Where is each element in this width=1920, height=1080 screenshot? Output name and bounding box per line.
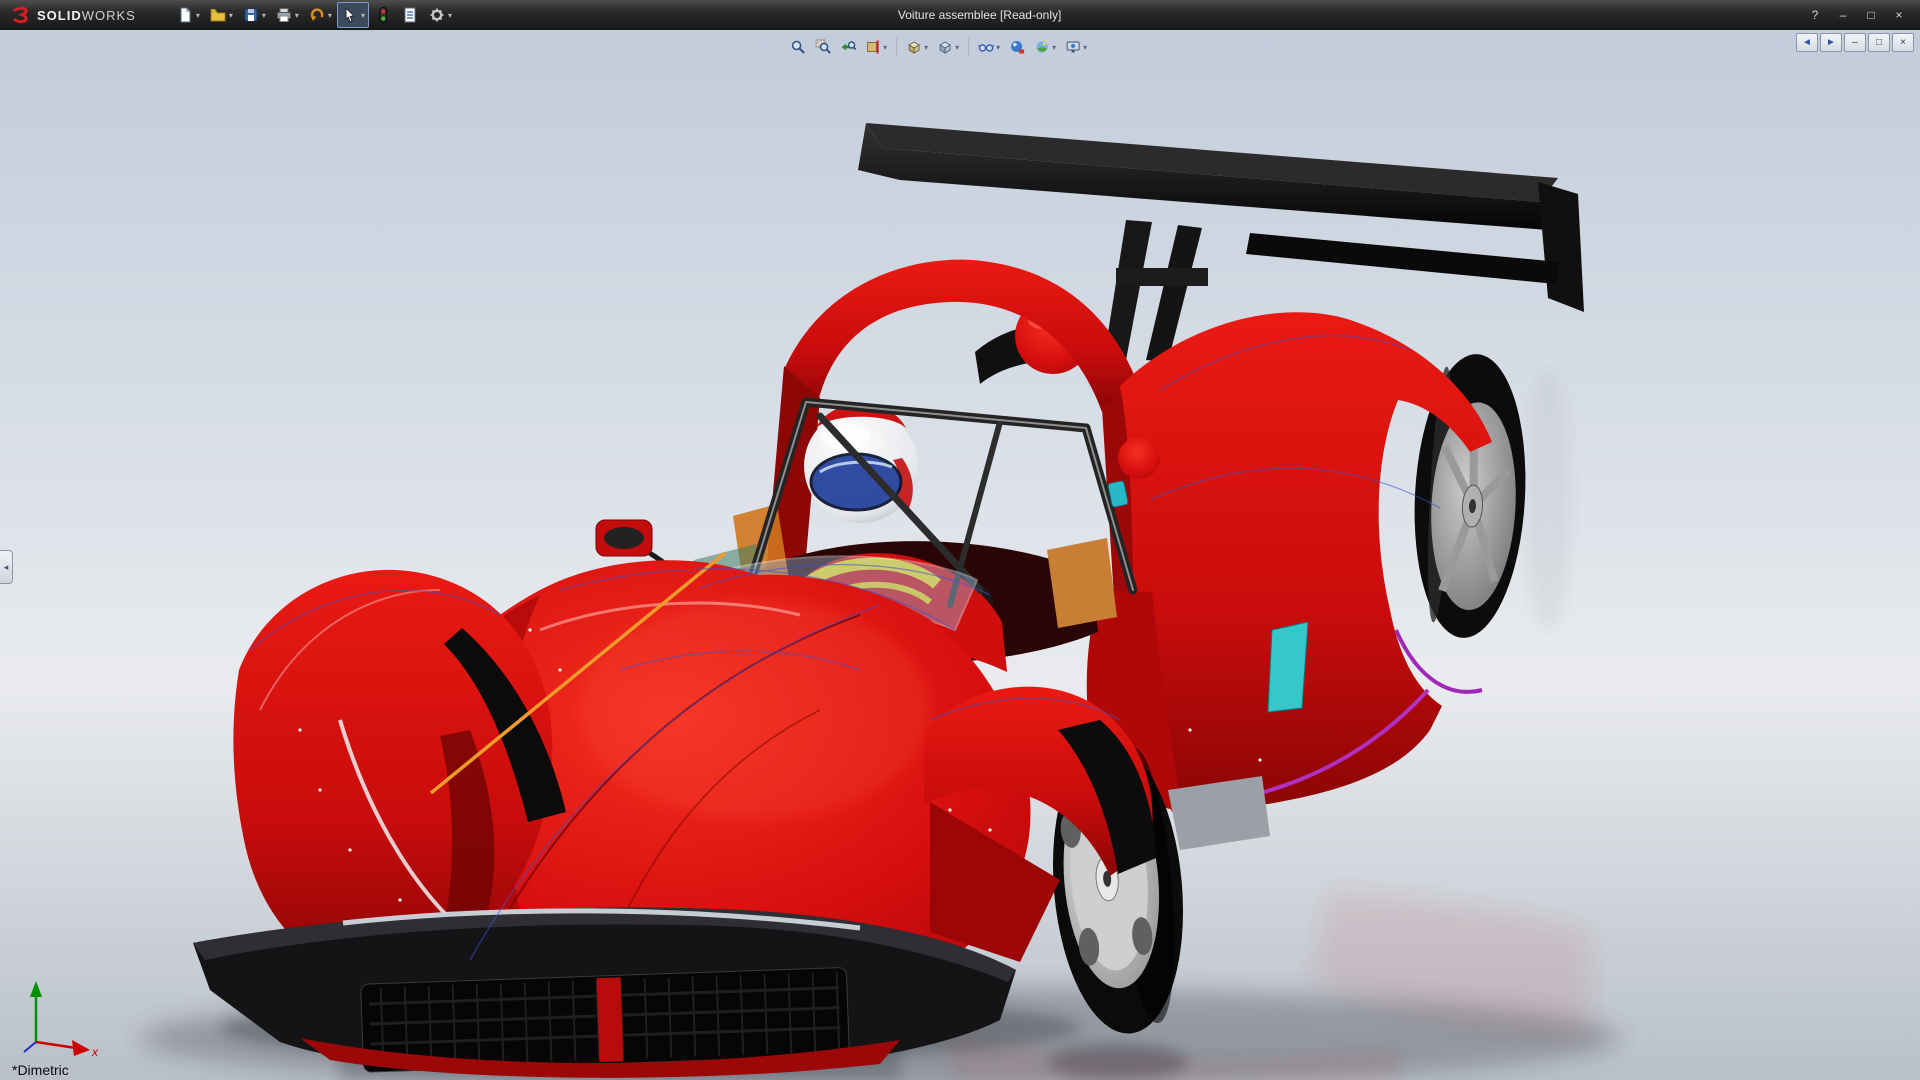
- view-orientation-label: *Dimetric: [12, 1062, 69, 1078]
- display-style-button[interactable]: ▾: [933, 34, 963, 60]
- back-button[interactable]: ◄: [1796, 33, 1818, 52]
- document-title: Voiture assemblee [Read-only]: [898, 0, 1061, 30]
- solidworks-window: SOLIDWORKS ▾ ▾ ▾ ▾ ▾ ▾: [0, 0, 1920, 1080]
- zoom-to-area-button[interactable]: [811, 34, 835, 60]
- seat-pad: [1047, 538, 1117, 628]
- apply-scene-button[interactable]: ▾: [1030, 34, 1060, 60]
- chevron-down-icon: ▾: [1052, 43, 1056, 52]
- chevron-down-icon: ▾: [996, 43, 1000, 52]
- solidworks-logo: SOLIDWORKS: [0, 6, 146, 24]
- help-button[interactable]: ?: [1802, 5, 1828, 25]
- print-button[interactable]: ▾: [271, 2, 303, 28]
- chevron-down-icon: ▾: [295, 11, 299, 20]
- chevron-down-icon: ▾: [883, 43, 887, 52]
- 3d-model-render[interactable]: [0, 30, 1920, 1080]
- save-button[interactable]: ▾: [238, 2, 270, 28]
- open-button[interactable]: ▾: [205, 2, 237, 28]
- featuremanager-flyout-tab[interactable]: ◂: [0, 550, 13, 584]
- heads-up-view-toolbar: ▾ ▾ ▾ ▾ ▾ ▾: [786, 34, 1091, 60]
- select-button[interactable]: ▾: [337, 2, 369, 28]
- chevron-down-icon: ▾: [262, 11, 266, 20]
- z-axis: [24, 1042, 36, 1052]
- new-button[interactable]: ▾: [172, 2, 204, 28]
- document-window-controls: ◄ ► – □ ×: [1796, 33, 1914, 52]
- chevron-down-icon: ▾: [955, 43, 959, 52]
- restore-button[interactable]: □: [1858, 5, 1884, 25]
- graphics-viewport[interactable]: ▾ ▾ ▾ ▾ ▾ ▾ ◄ ►: [0, 30, 1920, 1080]
- view-orientation-button[interactable]: ▾: [902, 34, 932, 60]
- minimize-button[interactable]: –: [1830, 5, 1856, 25]
- hide-show-items-button[interactable]: ▾: [974, 34, 1004, 60]
- close-button[interactable]: ×: [1886, 5, 1912, 25]
- x-axis-label: x: [91, 1045, 99, 1058]
- chevron-down-icon: ▾: [196, 11, 200, 20]
- rebuild-button[interactable]: [370, 2, 396, 28]
- logo-solid: SOLID: [37, 8, 82, 23]
- doc-restore-button[interactable]: □: [1868, 33, 1890, 52]
- coordinate-triad: x: [8, 966, 104, 1058]
- toolbar-separator: [896, 38, 897, 56]
- file-properties-button[interactable]: [397, 2, 423, 28]
- x-axis: [36, 1042, 76, 1048]
- logo-works: WORKS: [82, 8, 136, 23]
- doc-minimize-button[interactable]: –: [1844, 33, 1866, 52]
- grille-divider: [597, 977, 624, 1062]
- title-bar: SOLIDWORKS ▾ ▾ ▾ ▾ ▾ ▾: [0, 0, 1920, 30]
- toolbar-separator: [968, 38, 969, 56]
- chevron-down-icon: ▾: [229, 11, 233, 20]
- dassault-3ds-logo-icon: [10, 6, 32, 24]
- zoom-to-fit-button[interactable]: [786, 34, 810, 60]
- chevron-down-icon: ▾: [361, 11, 365, 20]
- section-view-button[interactable]: ▾: [861, 34, 891, 60]
- intake-bulb[interactable]: [1118, 437, 1160, 479]
- view-settings-button[interactable]: ▾: [1061, 34, 1091, 60]
- forward-button[interactable]: ►: [1820, 33, 1842, 52]
- doc-close-button[interactable]: ×: [1892, 33, 1914, 52]
- front-splitter[interactable]: [193, 908, 1016, 1078]
- chevron-down-icon: ▾: [924, 43, 928, 52]
- chevron-down-icon: ▾: [1083, 43, 1087, 52]
- chevron-down-icon: ▾: [328, 11, 332, 20]
- edit-appearance-button[interactable]: [1005, 34, 1029, 60]
- options-button[interactable]: ▾: [424, 2, 456, 28]
- window-controls: ? – □ ×: [1802, 5, 1920, 25]
- undo-button[interactable]: ▾: [304, 2, 336, 28]
- chevron-down-icon: ▾: [448, 11, 452, 20]
- previous-view-button[interactable]: [836, 34, 860, 60]
- main-toolbar: ▾ ▾ ▾ ▾ ▾ ▾ ▾: [172, 2, 456, 28]
- teal-panel[interactable]: [1268, 622, 1308, 712]
- logo-text: SOLIDWORKS: [37, 8, 136, 23]
